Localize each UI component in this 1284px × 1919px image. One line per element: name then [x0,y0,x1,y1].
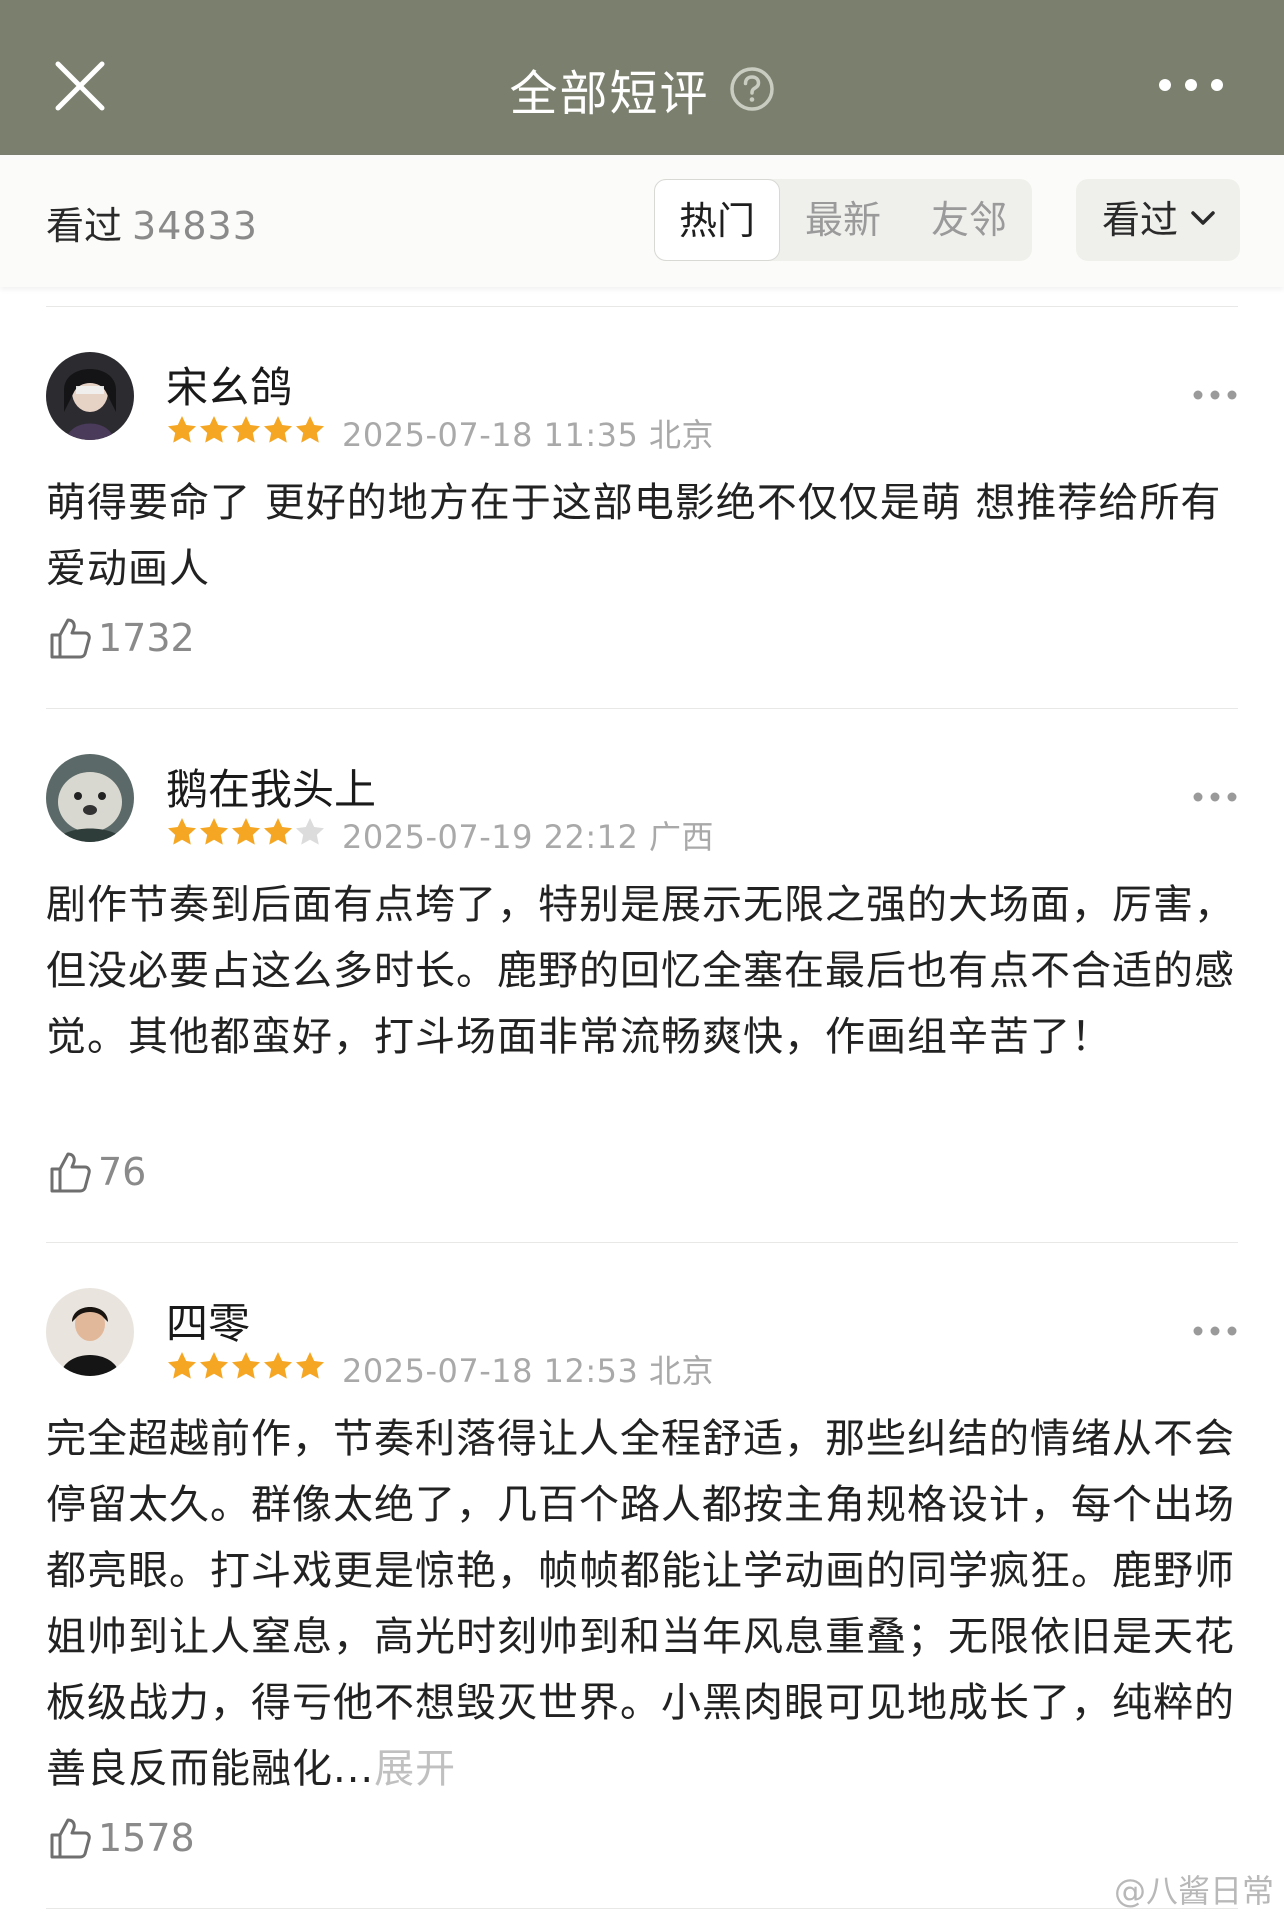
avatar[interactable] [46,352,134,440]
like-count: 76 [98,1150,147,1194]
rating-stars [166,414,326,446]
star-filled-icon [200,416,228,443]
review-content: 剧作节奏到后面有点垮了，特别是展示无限之强的大场面，厉害，但没必要占这么多时长。… [46,882,1235,1060]
star-filled-icon [232,818,260,845]
review-meta: 2025-07-18 11:35 北京 [342,410,714,456]
star-filled-icon [296,416,324,443]
more-options-icon[interactable] [1192,1324,1238,1338]
rating-stars [166,1350,326,1382]
review-meta: 2025-07-18 12:53 北京 [342,1346,714,1392]
star-filled-icon [168,1352,196,1379]
divider [46,1242,1238,1243]
username[interactable]: 四零 [166,1290,250,1351]
star-filled-icon [232,1352,260,1379]
more-horizontal-icon[interactable] [1156,70,1226,100]
review-content: 萌得要命了 更好的地方在于这部电影绝不仅仅是萌 想推荐给所有爱动画人 [46,480,1222,592]
avatar[interactable] [46,754,134,842]
like-count: 1578 [98,1816,195,1860]
question-circle-icon[interactable] [729,66,775,112]
seen-count: 看过 34833 [46,195,258,250]
like-button[interactable]: 76 [48,1150,146,1198]
star-filled-icon [296,1352,324,1379]
like-button[interactable]: 1578 [48,1816,195,1864]
tab-friends[interactable]: 友邻 [906,179,1032,261]
star-filled-icon [200,818,228,845]
star-filled-icon [264,416,292,443]
review-datetime: 2025-07-18 11:35 [342,416,639,454]
divider [46,1908,1238,1909]
thumbs-up-icon [50,1152,91,1193]
page-title: 全部短评 [509,66,710,122]
seen-filter-label: 看过 [1102,198,1179,242]
username[interactable]: 鹅在我头上 [166,756,376,817]
review-location: 广西 [649,818,715,856]
tab-hot[interactable]: 热门 [654,179,780,261]
top-navigation-bar: 全部短评 [0,0,1284,155]
star-filled-icon [232,416,260,443]
star-filled-icon [168,818,196,845]
more-options-icon[interactable] [1192,388,1238,402]
review-location: 北京 [649,416,715,454]
username[interactable]: 宋幺鸽 [166,354,292,415]
star-filled-icon [200,1352,228,1379]
seen-filter-dropdown[interactable]: 看过 [1076,179,1240,261]
review-location: 北京 [649,1352,715,1390]
like-button[interactable]: 1732 [48,616,195,664]
review-content: 完全超越前作，节奏利落得让人全程舒适，那些纠结的情绪从不会停留太久。群像太绝了，… [46,1406,1238,1802]
star-empty-icon [296,818,324,845]
star-filled-icon [264,1352,292,1379]
seen-count-number: 34833 [132,204,258,248]
review-meta: 2025-07-19 22:12 广西 [342,812,714,858]
star-filled-icon [168,416,196,443]
divider [46,306,1238,307]
review-datetime: 2025-07-19 22:12 [342,818,639,856]
seen-count-label: 看过 [46,204,123,248]
watermark: @八酱日常 [1113,1872,1274,1910]
divider [46,708,1238,709]
thumbs-up-icon [50,1818,91,1859]
more-options-icon[interactable] [1192,790,1238,804]
page-title-wrap: 全部短评 [0,54,1284,124]
tab-latest[interactable]: 最新 [780,179,906,261]
chevron-down-icon [1191,211,1215,225]
thumbs-up-icon [50,618,91,659]
like-count: 1732 [98,616,195,660]
avatar[interactable] [46,1288,134,1376]
sort-segmented-control: 热门 最新 友邻 [654,179,1032,261]
review-content-text: 完全超越前作，节奏利落得让人全程舒适，那些纠结的情绪从不会停留太久。群像太绝了，… [46,1416,1235,1792]
review-datetime: 2025-07-18 12:53 [342,1352,639,1390]
star-filled-icon [264,818,292,845]
filter-bar: 看过 34833 热门 最新 友邻 看过 [0,155,1284,287]
rating-stars [166,816,326,848]
expand-link[interactable]: 展开 [374,1746,456,1792]
